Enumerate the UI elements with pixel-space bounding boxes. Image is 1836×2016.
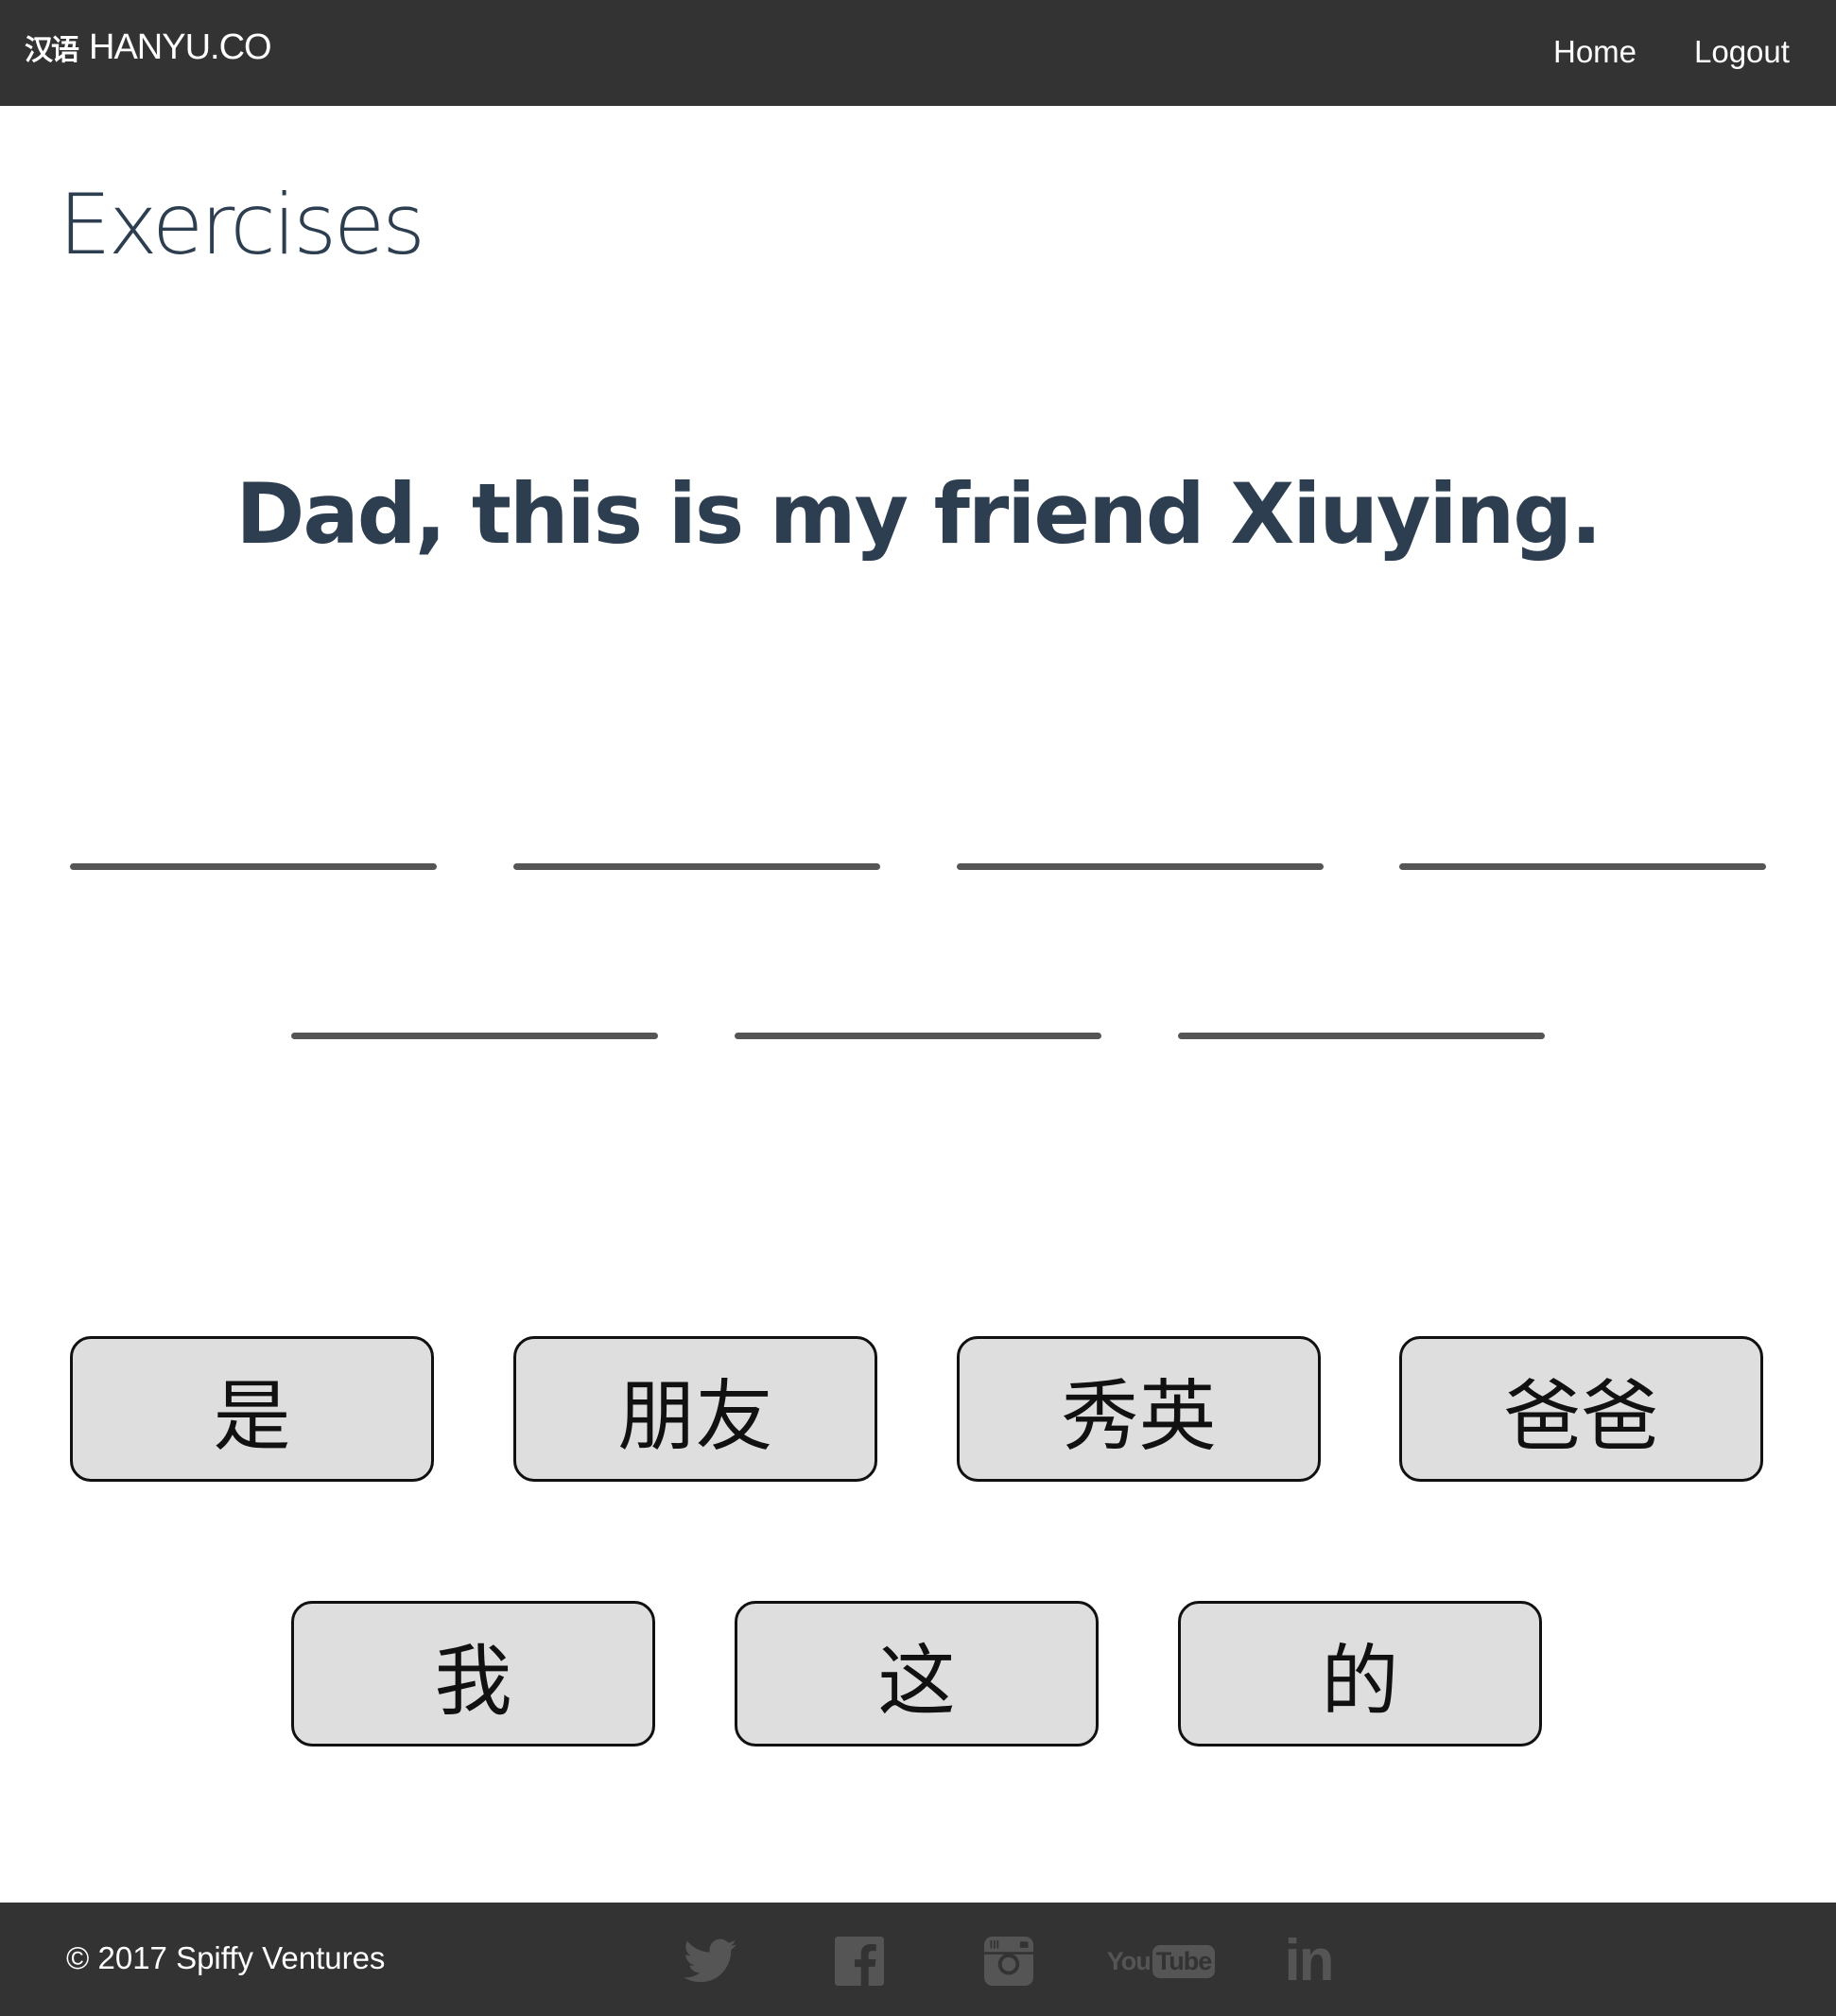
youtube-you-label: You	[1106, 1946, 1152, 1975]
answer-slot-4[interactable]	[1399, 863, 1766, 870]
word-tile[interactable]: 这	[735, 1601, 1099, 1747]
exercise-prompt: Dad, this is my friend Xiuying.	[235, 465, 1602, 563]
word-tile[interactable]: 爸爸	[1399, 1336, 1763, 1482]
brand-name: HANYU.CO	[89, 26, 272, 67]
answer-slot-7[interactable]	[1178, 1033, 1545, 1039]
youtube-tube-label: Tube	[1152, 1944, 1216, 1978]
facebook-icon[interactable]	[834, 1935, 885, 1988]
twitter-icon[interactable]	[683, 1935, 737, 1988]
linkedin-label: in	[1284, 1928, 1334, 1993]
top-navbar: 汉语 HANYU.CO Home Logout	[0, 0, 1836, 106]
page-footer: © 2017 Spiffy Ventures You Tube in	[0, 1903, 1836, 2016]
word-tile[interactable]: 的	[1178, 1601, 1542, 1747]
nav-home-link[interactable]: Home	[1553, 34, 1637, 70]
page-title: Exercises	[59, 176, 425, 273]
brand-cjk-logo: 汉语	[25, 34, 79, 67]
answer-slot-6[interactable]	[735, 1033, 1101, 1039]
brand-logo-link[interactable]: 汉语 HANYU.CO	[25, 26, 272, 68]
word-tile[interactable]: 朋友	[513, 1336, 877, 1482]
answer-slot-2[interactable]	[513, 863, 880, 870]
copyright-text: © 2017 Spiffy Ventures	[66, 1940, 386, 1975]
word-tile[interactable]: 是	[70, 1336, 434, 1482]
answer-slot-5[interactable]	[291, 1033, 658, 1039]
word-tile[interactable]: 我	[291, 1601, 655, 1747]
word-tile[interactable]: 秀英	[957, 1336, 1321, 1482]
instagram-icon[interactable]	[983, 1935, 1034, 1988]
linkedin-icon[interactable]: in	[1280, 1928, 1337, 1993]
youtube-icon[interactable]: You Tube	[1107, 1935, 1216, 1988]
answer-slot-3[interactable]	[957, 863, 1324, 870]
answer-slot-1[interactable]	[70, 863, 437, 870]
nav-logout-link[interactable]: Logout	[1694, 34, 1790, 70]
